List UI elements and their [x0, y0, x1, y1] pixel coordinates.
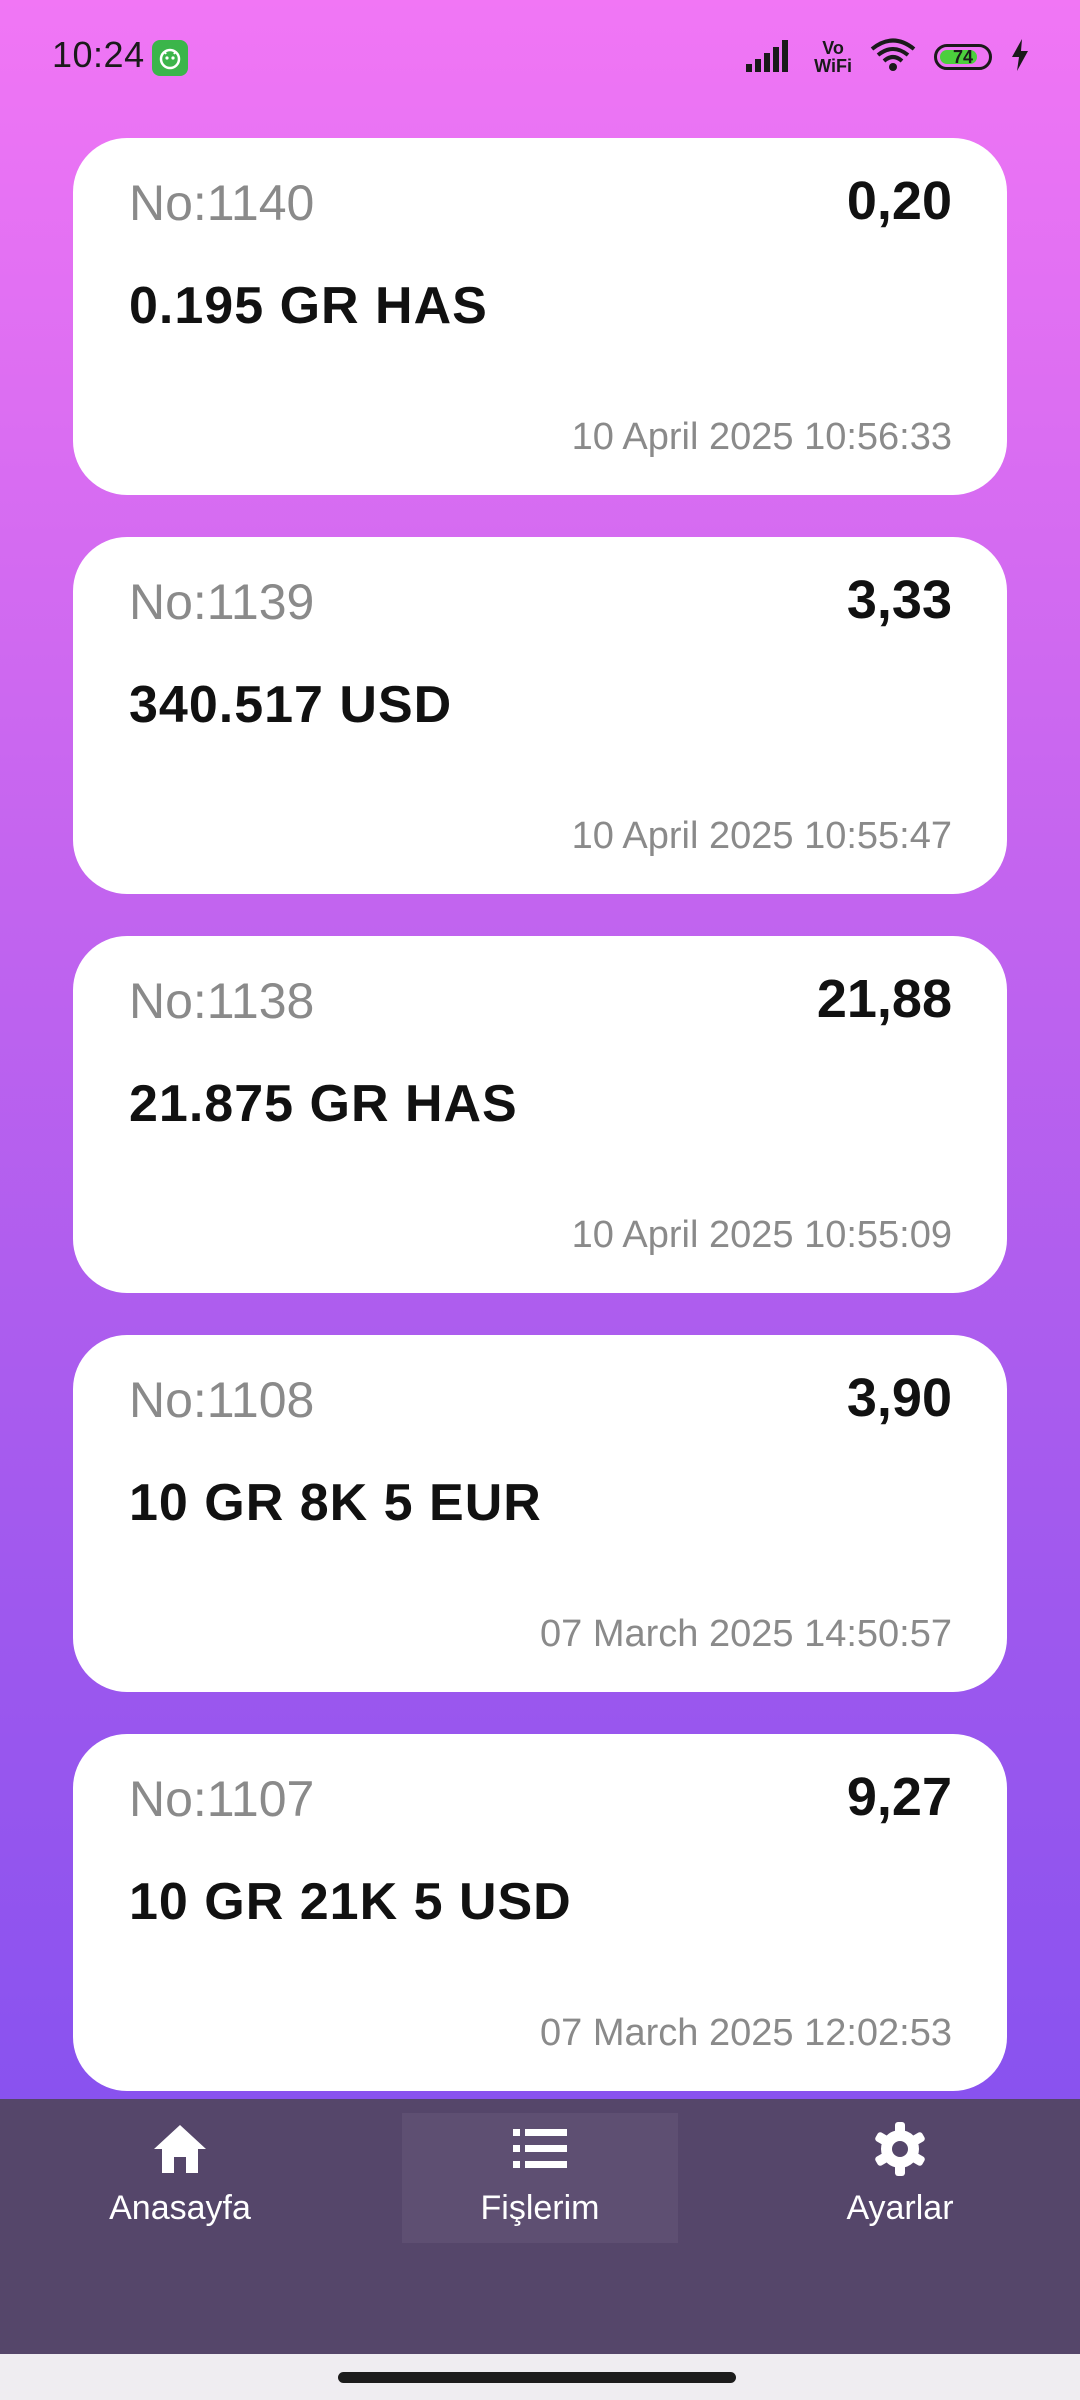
charging-icon [1010, 38, 1030, 76]
receipt-number: No:1140 [129, 175, 315, 231]
receipt-amount: 9,27 [846, 1767, 952, 1827]
home-icon [152, 2121, 208, 2177]
nav-label-receipts: Fişlerim [480, 2189, 600, 2227]
vowifi-bottom: WiFi [814, 56, 852, 76]
receipt-amount: 0,20 [846, 171, 952, 231]
receipt-date: 07 March 2025 14:50:57 [540, 1613, 952, 1655]
receipt-description: 340.517 USD [129, 676, 453, 734]
nav-item-home[interactable]: Anasayfa [42, 2099, 318, 2244]
receipt-date: 07 March 2025 12:02:53 [540, 2012, 952, 2054]
receipt-date: 10 April 2025 10:55:47 [571, 815, 952, 857]
gesture-area [0, 2354, 1080, 2400]
nav-label-settings: Ayarlar [846, 2189, 954, 2227]
receipt-amount: 3,33 [846, 570, 952, 630]
list-icon [513, 2121, 567, 2177]
status-time: 10:24 [52, 34, 145, 75]
home-gesture-bar[interactable] [338, 2372, 736, 2383]
vowifi-top: Vo [822, 38, 844, 58]
receipt-card[interactable]: No:1139 3,33 340.517 USD 10 April 2025 1… [73, 537, 1007, 894]
receipt-list: No:1140 0,20 0.195 GR HAS 10 April 2025 … [73, 138, 1007, 2133]
receipt-card[interactable]: No:1107 9,27 10 GR 21K 5 USD 07 March 20… [73, 1734, 1007, 2091]
wifi-icon [870, 38, 916, 77]
receipt-description: 21.875 GR HAS [129, 1075, 518, 1133]
bottom-navigation: Anasayfa Fişlerim Ayarlar [0, 2099, 1080, 2354]
receipt-description: 10 GR 21K 5 USD [129, 1873, 572, 1931]
notification-app-icon [152, 40, 188, 76]
status-indicators: Vo WiFi 74 [746, 34, 1030, 80]
receipt-amount: 3,90 [846, 1368, 952, 1428]
battery-level: 74 [952, 46, 974, 67]
receipt-number: No:1139 [129, 574, 315, 630]
signal-icon [746, 38, 796, 77]
nav-item-receipts[interactable]: Fişlerim [402, 2113, 678, 2243]
nav-label-home: Anasayfa [109, 2189, 251, 2227]
receipt-amount: 21,88 [816, 969, 952, 1029]
receipt-card[interactable]: No:1140 0,20 0.195 GR HAS 10 April 2025 … [73, 138, 1007, 495]
receipt-number: No:1107 [129, 1771, 315, 1827]
receipt-description: 10 GR 8K 5 EUR [129, 1474, 542, 1532]
receipt-date: 10 April 2025 10:55:09 [571, 1214, 952, 1256]
receipt-date: 10 April 2025 10:56:33 [571, 416, 952, 458]
receipt-card[interactable]: No:1138 21,88 21.875 GR HAS 10 April 202… [73, 936, 1007, 1293]
receipt-number: No:1138 [129, 973, 315, 1029]
gear-icon [872, 2121, 928, 2177]
nav-item-settings[interactable]: Ayarlar [762, 2099, 1038, 2244]
receipt-card[interactable]: No:1108 3,90 10 GR 8K 5 EUR 07 March 202… [73, 1335, 1007, 1692]
receipt-number: No:1108 [129, 1372, 315, 1428]
receipt-description: 0.195 GR HAS [129, 277, 488, 335]
status-bar: 10:24 Vo WiFi 74 [0, 0, 1080, 110]
vowifi-icon: Vo WiFi [814, 39, 852, 75]
battery-icon: 74 [934, 44, 992, 70]
